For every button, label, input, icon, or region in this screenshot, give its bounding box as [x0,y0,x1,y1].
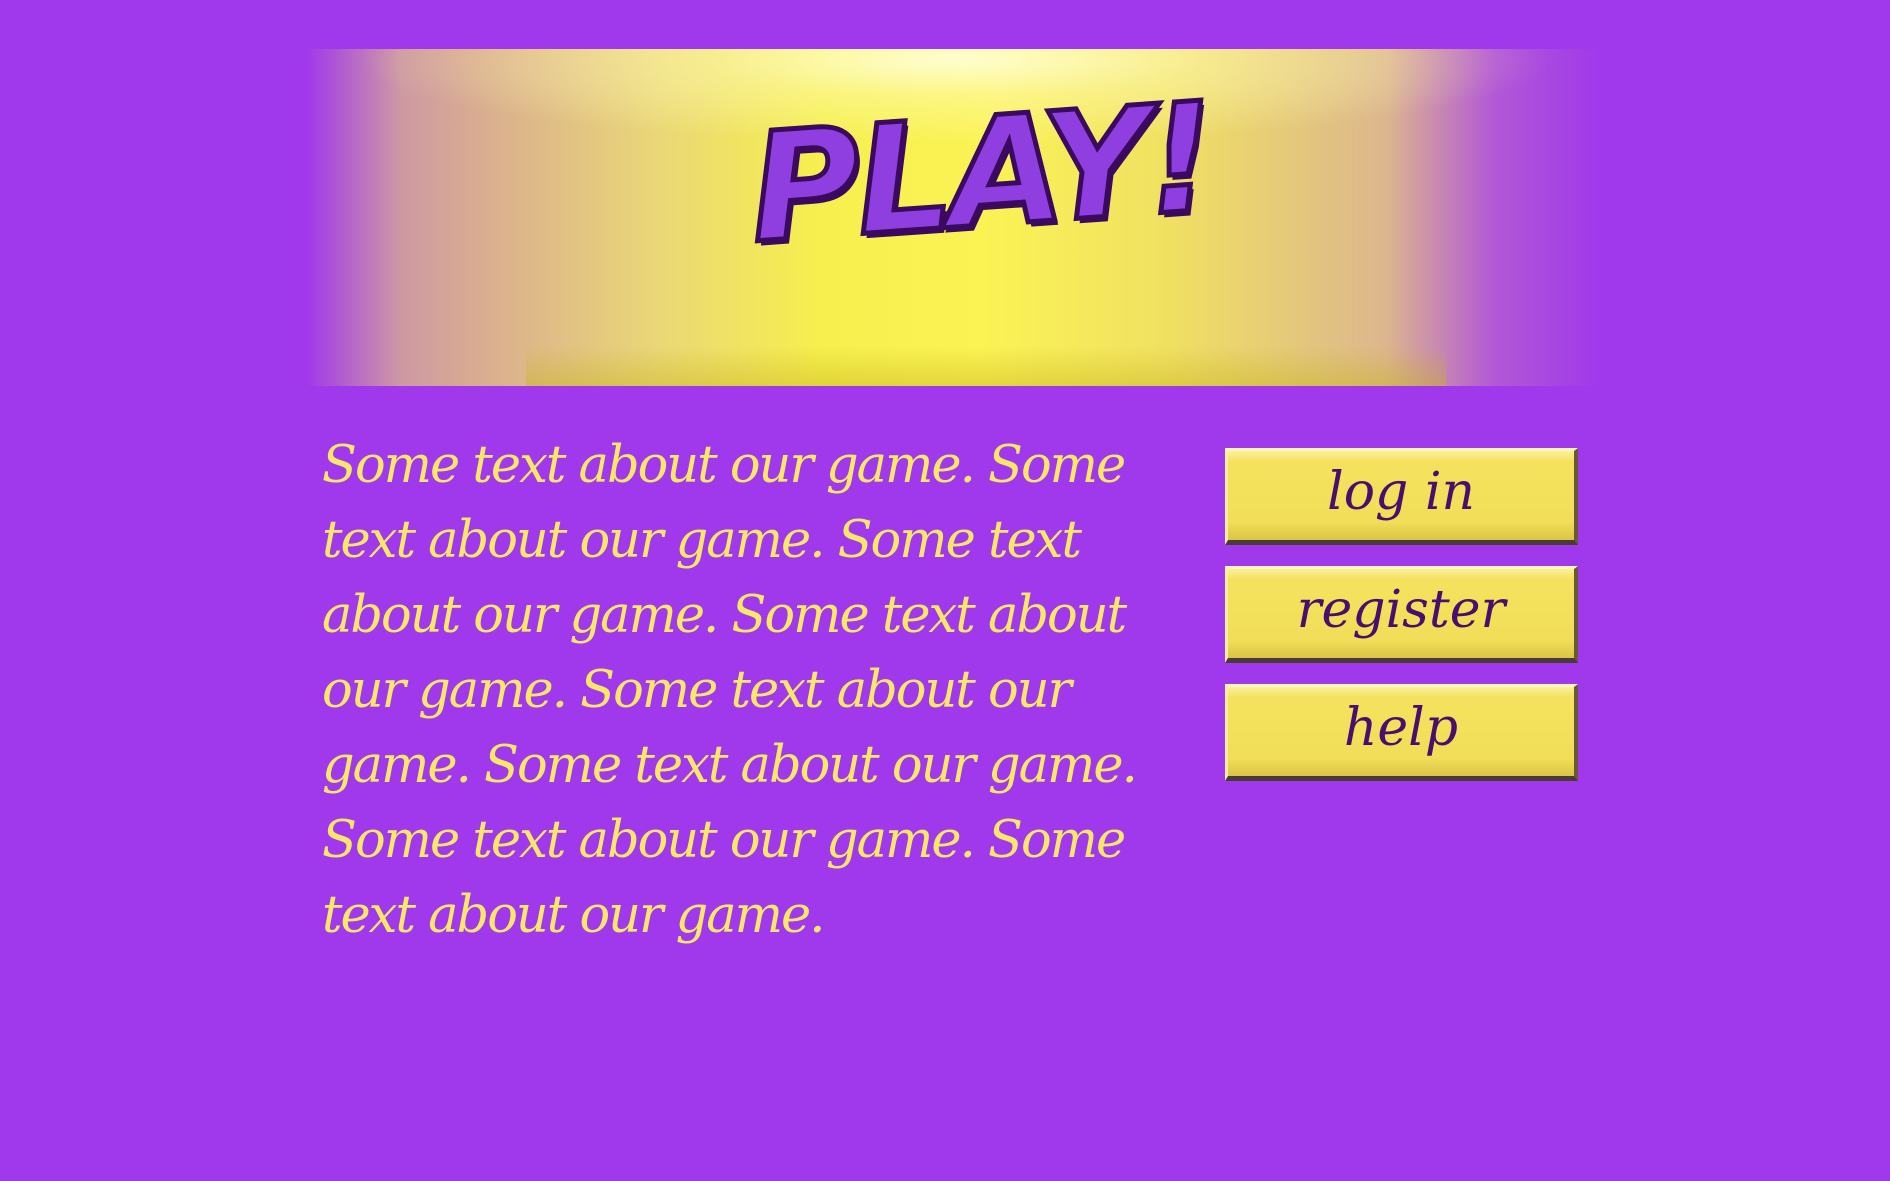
login-button[interactable]: log in [1225,448,1578,545]
game-description: Some text about our game. Some text abou… [322,436,1138,945]
help-button[interactable]: help [1225,684,1578,781]
header-banner: PLAY! [306,49,1656,386]
register-button[interactable]: register [1225,566,1578,663]
play-logo: PLAY! [742,69,1219,280]
main-menu: log in register help [1225,448,1578,781]
